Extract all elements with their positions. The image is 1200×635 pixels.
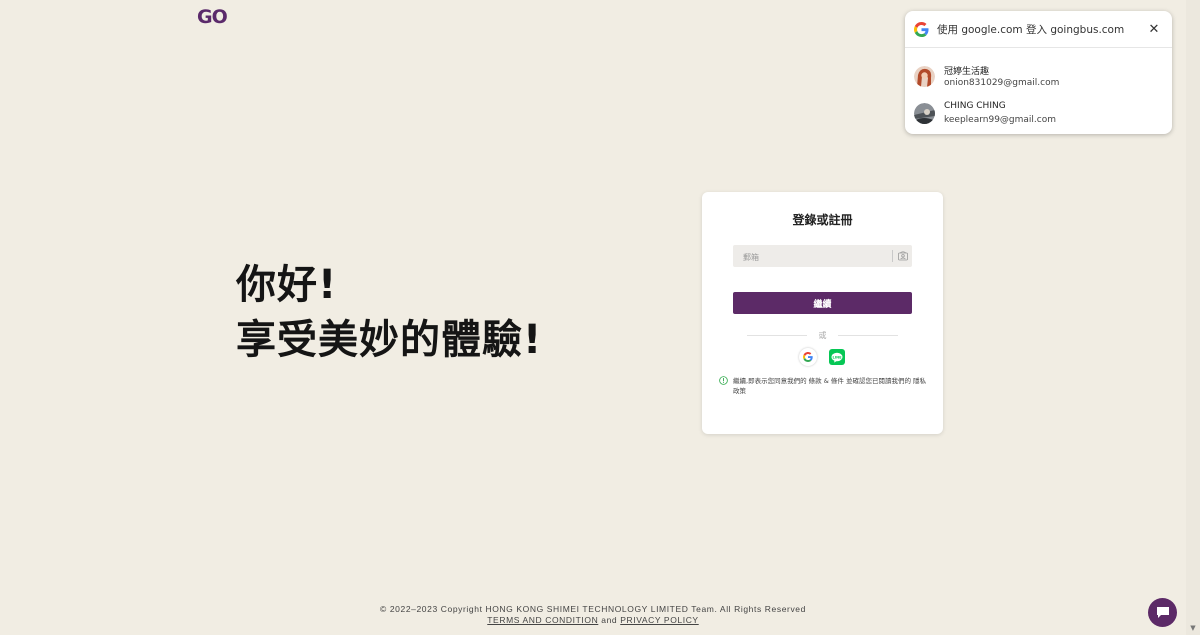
page-scrollbar[interactable]: ▼ (1186, 0, 1200, 635)
continue-button[interactable]: 繼續 (733, 292, 912, 314)
email-input[interactable] (733, 246, 883, 269)
google-account-item[interactable]: 冠婷生活趣 onion831029@gmail.com (905, 58, 1172, 95)
hero-greeting: 你好! 享受美妙的體驗! (236, 258, 542, 368)
line-login-button[interactable]: LINE (829, 349, 845, 365)
or-divider: 或 (747, 330, 898, 340)
login-title: 登錄或註冊 (792, 213, 853, 227)
account-email: onion831029@gmail.com (944, 78, 1060, 88)
close-icon[interactable]: ✕ (1147, 22, 1161, 36)
login-card: 登錄或註冊 繼續 或 LINE (702, 192, 943, 434)
contact-card-icon[interactable] (898, 251, 908, 261)
terms-prefix: 繼續,即表示您同意我們的 (733, 377, 807, 385)
brand-logo[interactable]: GO (197, 6, 228, 28)
line-app-icon: LINE (831, 352, 843, 363)
terms-middle: 並確認您已閱讀我們的 (845, 377, 911, 385)
svg-text:LINE: LINE (832, 355, 842, 359)
account-name: CHING CHING (944, 101, 1006, 111)
footer-copyright: © 2022–2023 Copyright HONG KONG SHIMEI T… (380, 604, 806, 614)
or-divider-line-right (838, 335, 898, 336)
terms-notice: 繼續,即表示您同意我們的 條款 & 條件 並確認您已閱讀我們的 隱私政策 (719, 376, 929, 396)
account-email: keeplearn99@gmail.com (944, 115, 1057, 125)
google-account-item[interactable]: CHING CHING keeplearn99@gmail.com (905, 95, 1172, 132)
email-field-divider (892, 250, 893, 262)
avatar (914, 103, 935, 124)
info-icon (719, 376, 728, 385)
page-footer: © 2022–2023 Copyright HONG KONG SHIMEI T… (0, 604, 1186, 626)
footer-privacy-link[interactable]: PRIVACY POLICY (620, 615, 698, 625)
footer-terms-link[interactable]: TERMS AND CONDITION (487, 615, 598, 625)
avatar (914, 66, 935, 87)
google-icon (803, 352, 813, 362)
google-icon (914, 22, 929, 37)
chat-button[interactable] (1148, 598, 1177, 627)
email-field-wrapper (733, 245, 912, 269)
hero-line-1: 你好! (236, 262, 338, 308)
social-login: LINE (799, 348, 845, 366)
google-login-button[interactable] (799, 348, 817, 366)
chat-icon (1156, 607, 1169, 618)
google-popup-header: 使用 google.com 登入 goingbus.com ✕ (905, 11, 1172, 48)
hero-line-2: 享受美妙的體驗! (236, 317, 543, 363)
footer-and: and (601, 615, 618, 625)
terms-link[interactable]: 條款 & 條件 (809, 377, 844, 385)
google-one-tap-popup: 使用 google.com 登入 goingbus.com ✕ 冠婷生活趣 on… (905, 11, 1172, 134)
scroll-down-arrow-icon[interactable]: ▼ (1189, 624, 1197, 632)
account-name: 冠婷生活趣 (944, 67, 990, 77)
google-popup-title: 使用 google.com 登入 goingbus.com (937, 24, 1125, 36)
